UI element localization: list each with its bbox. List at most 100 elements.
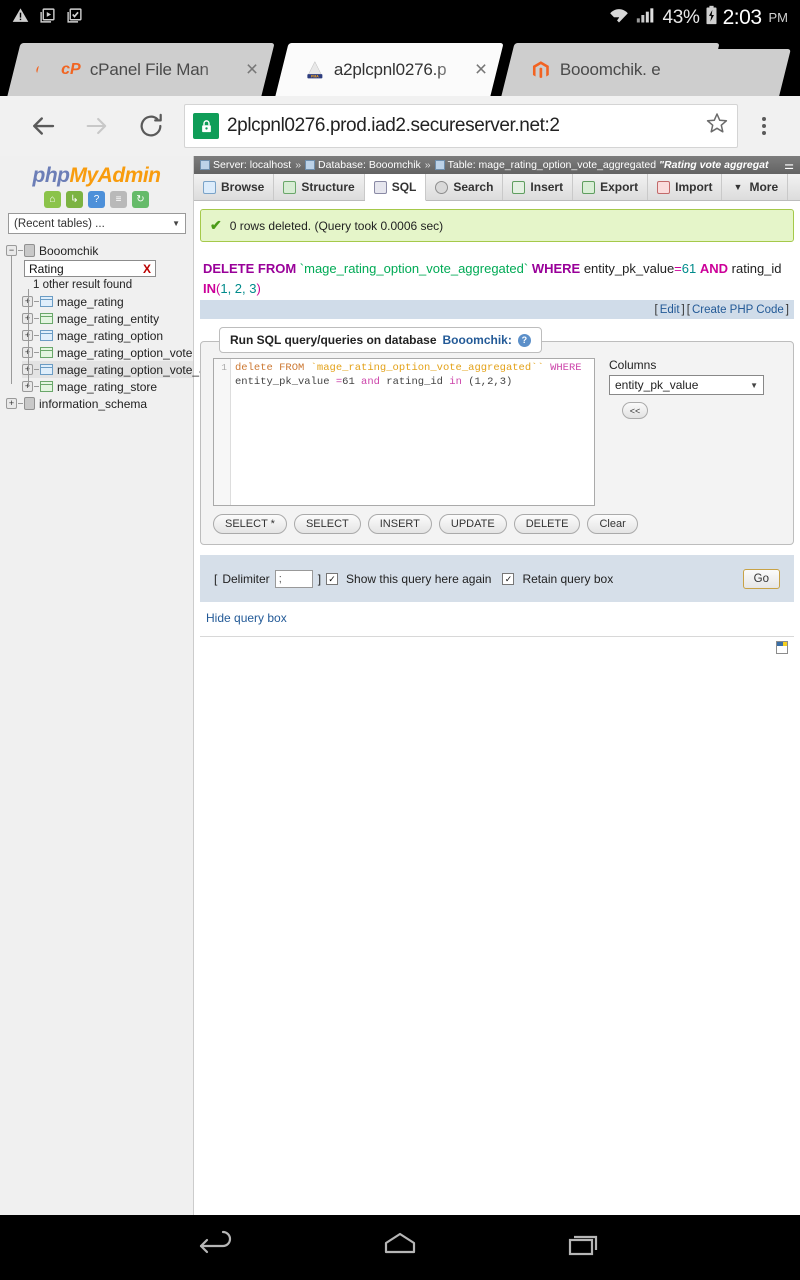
hide-query-box-link[interactable]: Hide query box [200,611,794,625]
logo-myadmin-text: MyAdmin [69,164,161,187]
reload-navigation-icon[interactable]: ↻ [132,191,149,208]
sql-field-2: rating_id [731,261,782,276]
back-nav-icon[interactable] [197,1228,239,1267]
tree-search-input[interactable]: Rating X [24,260,156,277]
star-icon[interactable] [701,111,729,142]
bracket: [ [214,571,218,586]
delete-button[interactable]: DELETE [513,514,581,534]
home-nav-icon[interactable] [379,1228,421,1267]
tree-dash [34,386,39,387]
tab-sql[interactable]: SQL [364,174,427,201]
url-text[interactable]: 2plcpnl0276.prod.iad2.secureserver.net:2 [227,115,701,137]
chevron-down-icon: ▼ [172,219,180,228]
bracket: ] [681,303,685,316]
tab-insert[interactable]: Insert [503,174,574,200]
retain-query-checkbox[interactable]: ✓ [502,572,515,585]
tab-browse[interactable]: Browse [194,174,275,200]
tab-title: Booomchik. е [560,59,661,79]
android-nav-bar[interactable] [0,1215,800,1280]
collapse-toggle-icon[interactable]: − [6,245,17,256]
help-icon[interactable]: ? [88,191,105,208]
update-button[interactable]: UPDATE [438,514,507,534]
show-query-checkbox[interactable]: ✓ [326,572,339,585]
collapse-icon[interactable]: ⚌ [778,159,794,172]
tree-node-database[interactable]: − Booomchik [6,242,193,259]
tree-node-table-selected[interactable]: + mage_rating_option_vote_ag [22,361,212,378]
tab-search[interactable]: Search [426,174,504,200]
edit-query-link[interactable]: Edit [660,304,680,316]
tree-node-table[interactable]: + mage_rating_entity [22,310,193,327]
notice-text: 0 rows deleted. (Query took 0.0006 sec) [229,218,444,233]
overflow-menu-icon[interactable] [744,99,784,153]
tab-close-button[interactable]: × [475,58,487,82]
bracket: ] [785,303,789,316]
executed-query-block: DELETE FROM `mage_rating_option_vote_agg… [200,257,794,319]
select-button[interactable]: SELECT [293,514,361,534]
clock-ampm: PM [768,10,789,25]
tab-more[interactable]: ▼ More [722,174,789,200]
insert-column-button[interactable]: << [622,402,648,419]
sql-query-fieldset: Run SQL query/queries on database Booomc… [200,327,794,545]
tree-node-table[interactable]: + mage_rating_store [22,378,193,395]
tab-import[interactable]: Import [648,174,723,200]
tab-close-button[interactable]: × [246,58,258,82]
go-button[interactable]: Go [742,568,780,589]
insert-button[interactable]: INSERT [367,514,432,534]
android-status-bar: 43% 2:03 PM [0,0,800,35]
tab-structure[interactable]: Structure [274,174,365,200]
docs-icon[interactable]: ≡ [110,191,127,208]
new-tab-button[interactable] [701,49,791,96]
back-arrow-icon[interactable] [16,99,70,153]
tree-search-value: Rating [29,261,64,276]
recents-nav-icon[interactable] [561,1228,603,1267]
tree-search-row[interactable]: Rating X [24,260,193,277]
notes-icon[interactable] [776,641,788,654]
menu-dot [762,124,766,128]
sql-editor-gutter: 1 [214,359,231,505]
browser-tab-cpanel[interactable]: cP cPanel File Man × [31,43,275,96]
select-star-button[interactable]: SELECT * [213,514,287,534]
recent-tables-select[interactable]: (Recent tables) ... ▼ [8,213,186,234]
phpmyadmin-logo[interactable]: phpMyAdmin [0,159,193,189]
sql-editor-code[interactable]: delete FROM `mage_rating_option_vote_agg… [231,359,594,505]
breadcrumb-table[interactable]: Table: mage_rating_option_vote_aggregate… [448,159,656,171]
help-icon[interactable]: ? [517,333,531,347]
logout-icon[interactable]: ↳ [66,191,83,208]
magento-icon [530,59,552,81]
tree-node-information-schema[interactable]: + information_schema [6,395,193,412]
tree-dash [34,369,39,370]
address-bar[interactable]: 2plcpnl0276.prod.iad2.secureserver.net:2 [184,104,738,148]
clear-button[interactable]: Clear [587,514,638,534]
browser-tab-magento[interactable]: Booomchik. е [501,43,720,96]
legend-database-name[interactable]: Booomchik: [443,333,512,347]
warning-triangle-icon [12,7,29,29]
chevron-down-icon: ▼ [750,380,758,390]
create-php-code-link[interactable]: Create PHP Code [692,304,784,316]
breadcrumb-server[interactable]: Server: localhost [213,159,291,171]
browser-tab-strip[interactable]: cP cP cPanel File Man × PMA a2plcpnl0276… [0,35,800,96]
secure-lock-icon [193,113,219,139]
sql-editor[interactable]: 1 delete FROM `mage_rating_option_vote_a… [213,358,595,506]
home-icon[interactable]: ⌂ [44,191,61,208]
delimiter-input[interactable]: ; [274,569,313,588]
tree-dash [34,335,39,336]
page-viewport: phpMyAdmin ⌂ ↳ ? ≡ ↻ (Recent tables) ...… [0,156,800,1215]
tree-node-table[interactable]: + mage_rating [22,293,193,310]
clear-search-icon[interactable]: X [143,262,151,276]
browser-tab-phpmyadmin[interactable]: PMA a2plcpnl0276.p × [275,43,504,96]
reload-icon[interactable] [124,99,178,153]
menu-dot [762,131,766,135]
executed-query-text: DELETE FROM `mage_rating_option_vote_agg… [200,257,794,300]
expand-toggle-icon[interactable]: + [6,398,17,409]
breadcrumb: Server: localhost » Database: Booomchik … [194,156,800,174]
table-icon [40,330,53,341]
breadcrumb-database[interactable]: Database: Booomchik [318,159,421,171]
columns-select[interactable]: entity_pk_value ▼ [609,375,764,395]
table-tabs-nav[interactable]: Browse Structure SQL Search Insert Expor… [194,174,800,201]
database-tree: − Booomchik Rating X 1 other result foun… [0,242,212,412]
insert-icon [512,180,526,194]
tab-export[interactable]: Export [573,174,649,200]
battery-percent-label: 43% [662,6,700,28]
tree-node-table[interactable]: + mage_rating_option [22,327,193,344]
tree-node-table[interactable]: + mage_rating_option_vote [22,344,193,361]
